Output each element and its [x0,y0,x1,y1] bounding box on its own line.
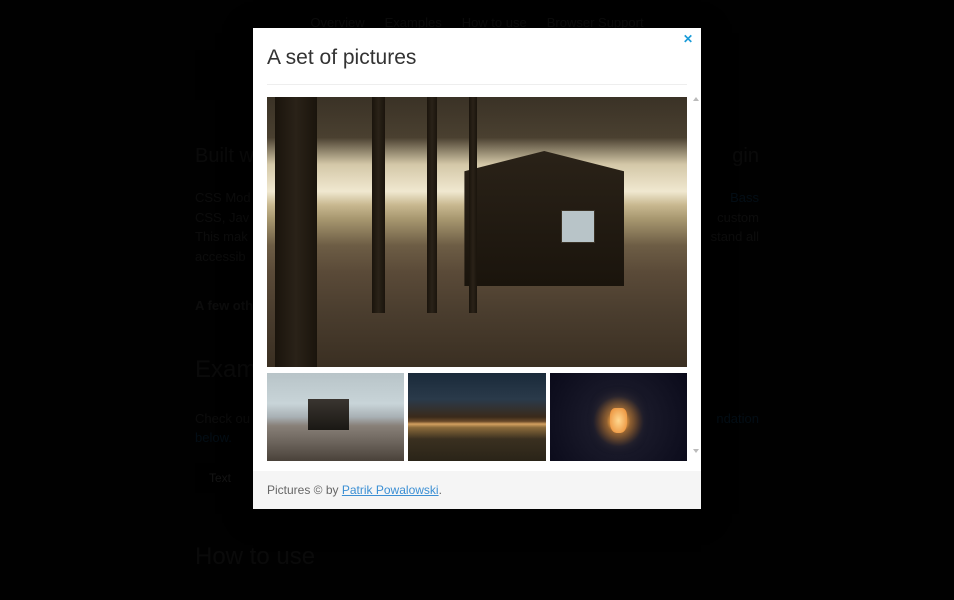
close-icon[interactable]: ✕ [683,32,693,46]
footer-suffix: . [439,483,442,497]
image-lantern[interactable] [550,373,687,461]
modal-body [253,85,701,461]
image-cabin[interactable] [267,97,687,367]
image-dock[interactable] [267,373,404,461]
modal-footer: Pictures © by Patrik Powalowski. [253,471,701,509]
modal-header: A set of pictures [253,28,701,84]
modal-dialog: ✕ A set of pictures Pictures © by Patrik… [253,28,701,509]
footer-prefix: Pictures © by [267,483,342,497]
thumbnail-row [267,373,687,461]
modal-title: A set of pictures [267,46,687,70]
credit-link[interactable]: Patrik Powalowski [342,483,439,497]
scroll-indicator[interactable] [693,97,699,461]
image-firewood[interactable] [408,373,545,461]
